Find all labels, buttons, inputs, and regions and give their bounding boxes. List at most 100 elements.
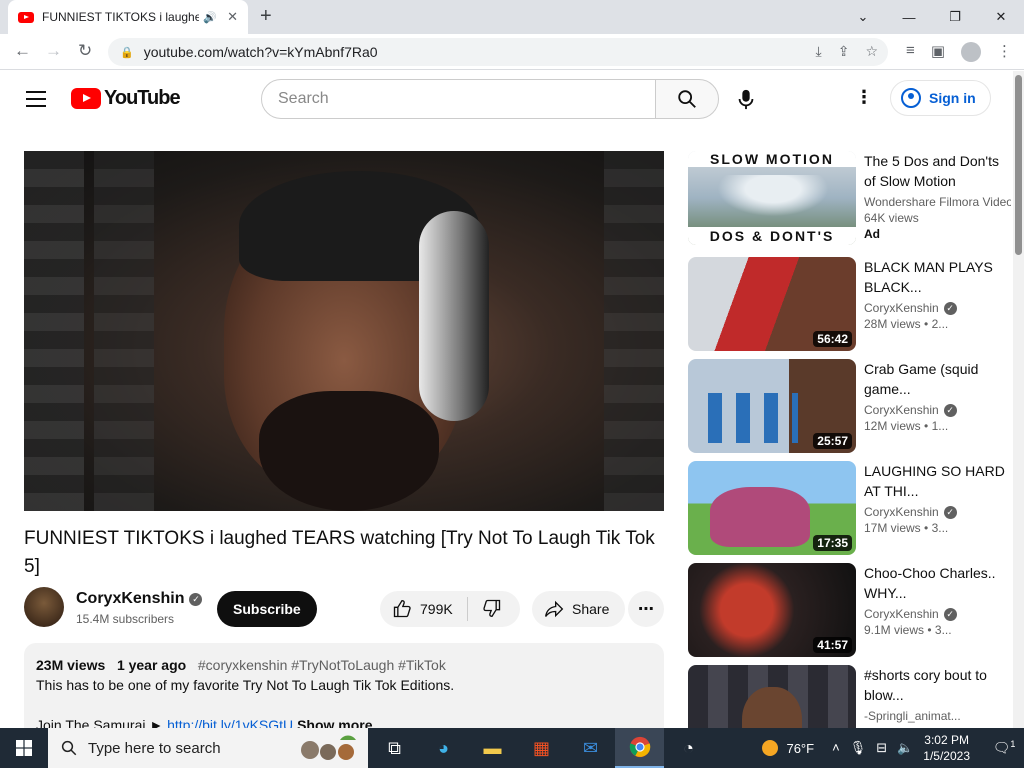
chevron-up-icon[interactable]: ˄	[832, 740, 840, 756]
channel-name-text[interactable]: CoryxKenshin	[864, 403, 939, 417]
hashtags[interactable]: #coryxkenshin #TryNotToLaugh #TikTok	[198, 657, 446, 673]
taskbar-search-box[interactable]: Type here to search	[48, 728, 368, 768]
file-explorer-icon[interactable]: ▬	[468, 728, 517, 768]
notification-center-button[interactable]: 🗨1	[984, 739, 1024, 757]
channel-name[interactable]: CoryxKenshin ✓	[864, 505, 1011, 519]
list-item[interactable]: 56:42 BLACK MAN PLAYS BLACK... CoryxKens…	[688, 257, 1013, 351]
weather-widget[interactable]: 76°F	[762, 740, 814, 756]
thumb-fountain	[708, 175, 838, 221]
video-player[interactable]	[24, 151, 664, 511]
channel-name[interactable]: CoryxKenshin ✓	[864, 403, 1011, 417]
back-arrow-icon[interactable]: ←	[14, 41, 31, 61]
channel-name[interactable]: CoryxKenshin ✓	[864, 607, 1011, 621]
subscriber-count: 15.4M subscribers	[76, 612, 175, 626]
channel-avatar[interactable]	[24, 587, 64, 627]
share-button[interactable]: Share	[532, 591, 626, 627]
video-title-link[interactable]: Choo-Choo Charles.. WHY...	[864, 563, 1011, 603]
search-highlight-illustration-icon	[301, 735, 356, 760]
search-icon	[678, 90, 696, 108]
volume-icon[interactable]: 🔈	[897, 740, 913, 756]
account-circle-icon	[901, 88, 921, 108]
minimize-button[interactable]: —	[886, 0, 932, 34]
url-text[interactable]: youtube.com/watch?v=kYmAbnf7Ra0	[144, 44, 378, 60]
audio-playing-icon[interactable]: 🔊	[203, 11, 217, 24]
browser-tab-active[interactable]: FUNNIEST TIKTOKS i laughed TEARS watchin…	[8, 0, 248, 34]
restore-button[interactable]: ❐	[932, 0, 978, 34]
share-page-icon[interactable]: ⇪	[838, 43, 850, 60]
like-button[interactable]: 799K	[380, 597, 468, 621]
media-control-icon[interactable]: ≡	[906, 42, 915, 62]
profile-avatar-icon[interactable]	[961, 42, 981, 62]
taskbar-clock[interactable]: 3:02 PM 1/5/2023	[923, 732, 970, 764]
video-title-link[interactable]: Crab Game (squid game...	[864, 359, 1011, 399]
list-item[interactable]: 25:57 Crab Game (squid game... CoryxKens…	[688, 359, 1013, 453]
side-panel-icon[interactable]: ▣	[931, 42, 945, 62]
sign-in-button[interactable]: Sign in	[890, 80, 991, 116]
list-item[interactable]: SLOW MOTION DOS & DONT'S The 5 Dos and D…	[688, 151, 1013, 245]
edge-browser-icon[interactable]: ◕	[419, 728, 468, 768]
view-count: 23M views	[36, 657, 106, 673]
close-window-button[interactable]: ✕	[978, 0, 1024, 34]
mail-icon[interactable]: ✉	[566, 728, 615, 768]
list-item[interactable]: 17:35 LAUGHING SO HARD AT THI... CoryxKe…	[688, 461, 1013, 555]
browser-tab-strip: FUNNIEST TIKTOKS i laughed TEARS watchin…	[0, 0, 1024, 34]
list-item[interactable]: 41:57 Choo-Choo Charles.. WHY... CoryxKe…	[688, 563, 1013, 657]
new-tab-button[interactable]: +	[260, 5, 272, 28]
video-title-link[interactable]: The 5 Dos and Don'ts of Slow Motion Film…	[864, 151, 1011, 191]
video-title-link[interactable]: BLACK MAN PLAYS BLACK...	[864, 257, 1011, 297]
lock-icon[interactable]: 🔒	[120, 46, 134, 59]
more-actions-button[interactable]: ⋯	[628, 591, 664, 627]
scrollbar-thumb[interactable]	[1015, 75, 1022, 255]
youtube-logo[interactable]: YouTube	[71, 87, 181, 110]
chrome-menu-icon[interactable]: ⋮	[997, 42, 1012, 62]
channel-name-text[interactable]: CoryxKenshin	[864, 607, 939, 621]
temperature: 76°F	[786, 740, 815, 756]
video-title-link[interactable]: LAUGHING SO HARD AT THI...	[864, 461, 1011, 501]
network-icon[interactable]: ⊟	[876, 740, 887, 756]
dislike-button[interactable]	[468, 598, 502, 621]
microphone-tray-icon[interactable]: 🎙	[850, 740, 867, 756]
start-button[interactable]	[0, 728, 48, 768]
upload-age: 3...	[931, 521, 949, 535]
video-thumbnail[interactable]: 41:57	[688, 563, 856, 657]
voice-search-button[interactable]	[730, 83, 762, 115]
search-button[interactable]	[655, 79, 719, 119]
video-thumbnail[interactable]: 17:35	[688, 461, 856, 555]
channel-name[interactable]: -Springli_animat...	[864, 709, 1011, 723]
search-input[interactable]: Search	[261, 79, 656, 119]
channel-name[interactable]: CoryxKenshin ✓	[864, 301, 1011, 315]
video-thumbnail[interactable]: SLOW MOTION DOS & DONT'S	[688, 151, 856, 245]
video-title-link[interactable]: #shorts cory bout to blow...	[864, 665, 1011, 705]
background-foam	[94, 151, 154, 511]
tab-close-icon[interactable]: ✕	[227, 9, 238, 25]
ad-badge: Ad	[864, 227, 880, 241]
reload-icon[interactable]: ↻	[78, 41, 92, 61]
hamburger-menu-icon[interactable]	[26, 91, 46, 112]
install-app-icon[interactable]: ⤓	[816, 43, 822, 60]
thumb-mammoth	[710, 487, 810, 547]
sign-in-label: Sign in	[929, 90, 976, 106]
video-thumbnail[interactable]: 56:42	[688, 257, 856, 351]
channel-name[interactable]: Wondershare Filmora Video Editor	[864, 195, 1011, 209]
video-frame-headphone	[419, 211, 489, 421]
channel-name-text[interactable]: CoryxKenshin	[864, 301, 939, 315]
clock-app-icon[interactable]: ◔	[664, 728, 713, 768]
duration-badge: 17:35	[813, 535, 852, 551]
channel-name[interactable]: CoryxKenshin ✓	[76, 590, 203, 608]
chrome-taskbar-icon[interactable]	[615, 728, 664, 768]
microsoft-store-icon[interactable]: ▦	[517, 728, 566, 768]
channel-name-text[interactable]: CoryxKenshin	[76, 590, 184, 607]
video-stats: 12M views • 1...	[864, 419, 949, 433]
bookmark-star-icon[interactable]: ☆	[865, 43, 878, 60]
video-info: Choo-Choo Charles.. WHY... CoryxKenshin ✓…	[864, 563, 1011, 637]
page-scrollbar[interactable]	[1013, 71, 1024, 728]
forward-arrow-icon[interactable]: →	[45, 41, 62, 61]
subscribe-button[interactable]: Subscribe	[217, 591, 317, 627]
settings-kebab-icon[interactable]: ⋮	[855, 87, 873, 108]
video-thumbnail[interactable]: 25:57	[688, 359, 856, 453]
channel-name-text[interactable]: CoryxKenshin	[864, 505, 939, 519]
search-icon	[61, 740, 77, 756]
address-bar[interactable]: 🔒 youtube.com/watch?v=kYmAbnf7Ra0 ⤓ ⇪ ☆	[108, 38, 888, 66]
tab-search-chevron-icon[interactable]: ⌄	[840, 0, 886, 34]
task-view-icon[interactable]: ⧉	[370, 728, 419, 768]
